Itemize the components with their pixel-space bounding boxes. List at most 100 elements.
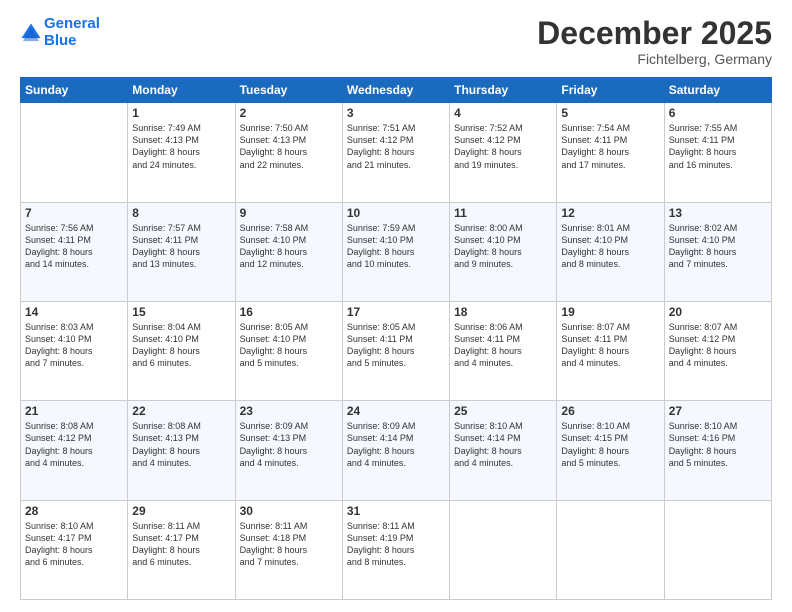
col-thursday: Thursday (450, 78, 557, 103)
day-number: 27 (669, 404, 767, 418)
day-number: 11 (454, 206, 552, 220)
calendar-cell: 22 Sunrise: 8:08 AMSunset: 4:13 PMDayligh… (128, 401, 235, 500)
cell-info: Sunrise: 7:50 AMSunset: 4:13 PMDaylight:… (240, 122, 338, 171)
day-number: 28 (25, 504, 123, 518)
cell-info: Sunrise: 8:07 AMSunset: 4:12 PMDaylight:… (669, 321, 767, 370)
cell-info: Sunrise: 8:05 AMSunset: 4:11 PMDaylight:… (347, 321, 445, 370)
calendar-cell: 28 Sunrise: 8:10 AMSunset: 4:17 PMDayligh… (21, 500, 128, 599)
day-number: 4 (454, 106, 552, 120)
day-number: 19 (561, 305, 659, 319)
cell-info: Sunrise: 8:08 AMSunset: 4:13 PMDaylight:… (132, 420, 230, 469)
day-number: 30 (240, 504, 338, 518)
calendar-cell: 4 Sunrise: 7:52 AMSunset: 4:12 PMDaylight… (450, 103, 557, 202)
calendar-cell: 18 Sunrise: 8:06 AMSunset: 4:11 PMDayligh… (450, 301, 557, 400)
calendar-cell: 23 Sunrise: 8:09 AMSunset: 4:13 PMDayligh… (235, 401, 342, 500)
cell-info: Sunrise: 8:11 AMSunset: 4:19 PMDaylight:… (347, 520, 445, 569)
logo-text: General Blue (44, 16, 100, 49)
cell-info: Sunrise: 8:10 AMSunset: 4:17 PMDaylight:… (25, 520, 123, 569)
calendar-cell: 27 Sunrise: 8:10 AMSunset: 4:16 PMDayligh… (664, 401, 771, 500)
day-number: 9 (240, 206, 338, 220)
calendar-cell: 3 Sunrise: 7:51 AMSunset: 4:12 PMDaylight… (342, 103, 449, 202)
cell-info: Sunrise: 7:56 AMSunset: 4:11 PMDaylight:… (25, 222, 123, 271)
cell-info: Sunrise: 7:55 AMSunset: 4:11 PMDaylight:… (669, 122, 767, 171)
cell-info: Sunrise: 7:49 AMSunset: 4:13 PMDaylight:… (132, 122, 230, 171)
cell-info: Sunrise: 8:11 AMSunset: 4:17 PMDaylight:… (132, 520, 230, 569)
subtitle: Fichtelberg, Germany (537, 51, 772, 67)
calendar-cell: 2Sunrise: 7:50 AMSunset: 4:13 PMDaylight… (235, 103, 342, 202)
day-number: 25 (454, 404, 552, 418)
calendar-cell: 21 Sunrise: 8:08 AMSunset: 4:12 PMDayligh… (21, 401, 128, 500)
day-number: 26 (561, 404, 659, 418)
cell-info: Sunrise: 7:57 AMSunset: 4:11 PMDaylight:… (132, 222, 230, 271)
calendar-cell: 30Sunrise: 8:11 AMSunset: 4:18 PMDayligh… (235, 500, 342, 599)
cell-info: Sunrise: 7:51 AMSunset: 4:12 PMDaylight:… (347, 122, 445, 171)
day-number: 17 (347, 305, 445, 319)
calendar-cell (21, 103, 128, 202)
cell-info: Sunrise: 8:07 AMSunset: 4:11 PMDaylight:… (561, 321, 659, 370)
calendar-table: Sunday Monday Tuesday Wednesday Thursday… (20, 77, 772, 600)
calendar-cell: 5Sunrise: 7:54 AMSunset: 4:11 PMDaylight… (557, 103, 664, 202)
calendar-cell (450, 500, 557, 599)
cell-info: Sunrise: 8:02 AMSunset: 4:10 PMDaylight:… (669, 222, 767, 271)
title-block: December 2025 Fichtelberg, Germany (537, 16, 772, 67)
day-number: 13 (669, 206, 767, 220)
cell-info: Sunrise: 7:52 AMSunset: 4:12 PMDaylight:… (454, 122, 552, 171)
cell-info: Sunrise: 8:09 AMSunset: 4:14 PMDaylight:… (347, 420, 445, 469)
calendar-cell: 31 Sunrise: 8:11 AMSunset: 4:19 PMDayligh… (342, 500, 449, 599)
page: General Blue December 2025 Fichtelberg, … (0, 0, 792, 612)
logo: General Blue (20, 16, 100, 49)
day-number: 10 (347, 206, 445, 220)
calendar-cell: 20Sunrise: 8:07 AMSunset: 4:12 PMDayligh… (664, 301, 771, 400)
calendar-cell (664, 500, 771, 599)
calendar-cell: 6 Sunrise: 7:55 AMSunset: 4:11 PMDaylight… (664, 103, 771, 202)
cell-info: Sunrise: 7:58 AMSunset: 4:10 PMDaylight:… (240, 222, 338, 271)
calendar-cell: 17 Sunrise: 8:05 AMSunset: 4:11 PMDayligh… (342, 301, 449, 400)
calendar-cell: 7 Sunrise: 7:56 AMSunset: 4:11 PMDaylight… (21, 202, 128, 301)
cell-info: Sunrise: 8:04 AMSunset: 4:10 PMDaylight:… (132, 321, 230, 370)
day-number: 12 (561, 206, 659, 220)
cell-info: Sunrise: 8:06 AMSunset: 4:11 PMDaylight:… (454, 321, 552, 370)
calendar-cell: 11 Sunrise: 8:00 AMSunset: 4:10 PMDayligh… (450, 202, 557, 301)
day-number: 8 (132, 206, 230, 220)
calendar-cell: 24 Sunrise: 8:09 AMSunset: 4:14 PMDayligh… (342, 401, 449, 500)
col-friday: Friday (557, 78, 664, 103)
main-title: December 2025 (537, 16, 772, 51)
day-number: 18 (454, 305, 552, 319)
day-number: 16 (240, 305, 338, 319)
cell-info: Sunrise: 8:10 AMSunset: 4:16 PMDaylight:… (669, 420, 767, 469)
day-number: 23 (240, 404, 338, 418)
calendar-cell: 29Sunrise: 8:11 AMSunset: 4:17 PMDayligh… (128, 500, 235, 599)
day-number: 5 (561, 106, 659, 120)
cell-info: Sunrise: 8:08 AMSunset: 4:12 PMDaylight:… (25, 420, 123, 469)
cell-info: Sunrise: 8:00 AMSunset: 4:10 PMDaylight:… (454, 222, 552, 271)
day-number: 24 (347, 404, 445, 418)
calendar-cell: 8 Sunrise: 7:57 AMSunset: 4:11 PMDaylight… (128, 202, 235, 301)
day-number: 1 (132, 106, 230, 120)
calendar-cell: 19 Sunrise: 8:07 AMSunset: 4:11 PMDayligh… (557, 301, 664, 400)
calendar-cell: 12Sunrise: 8:01 AMSunset: 4:10 PMDayligh… (557, 202, 664, 301)
logo-general: General (44, 15, 100, 32)
logo-blue: Blue (44, 32, 77, 49)
day-number: 21 (25, 404, 123, 418)
calendar-cell: 1 Sunrise: 7:49 AMSunset: 4:13 PMDaylight… (128, 103, 235, 202)
calendar-cell: 9 Sunrise: 7:58 AMSunset: 4:10 PMDaylight… (235, 202, 342, 301)
day-number: 15 (132, 305, 230, 319)
calendar-cell: 13 Sunrise: 8:02 AMSunset: 4:10 PMDayligh… (664, 202, 771, 301)
header: General Blue December 2025 Fichtelberg, … (20, 16, 772, 67)
calendar-cell: 25 Sunrise: 8:10 AMSunset: 4:14 PMDayligh… (450, 401, 557, 500)
calendar-header-row: Sunday Monday Tuesday Wednesday Thursday… (21, 78, 772, 103)
day-number: 7 (25, 206, 123, 220)
calendar-cell: 26Sunrise: 8:10 AMSunset: 4:15 PMDayligh… (557, 401, 664, 500)
day-number: 31 (347, 504, 445, 518)
cell-info: Sunrise: 8:10 AMSunset: 4:14 PMDaylight:… (454, 420, 552, 469)
day-number: 3 (347, 106, 445, 120)
cell-info: Sunrise: 8:09 AMSunset: 4:13 PMDaylight:… (240, 420, 338, 469)
day-number: 14 (25, 305, 123, 319)
day-number: 22 (132, 404, 230, 418)
col-wednesday: Wednesday (342, 78, 449, 103)
calendar-cell: 15 Sunrise: 8:04 AMSunset: 4:10 PMDayligh… (128, 301, 235, 400)
calendar-cell: 14Sunrise: 8:03 AMSunset: 4:10 PMDayligh… (21, 301, 128, 400)
day-number: 6 (669, 106, 767, 120)
col-sunday: Sunday (21, 78, 128, 103)
cell-info: Sunrise: 8:05 AMSunset: 4:10 PMDaylight:… (240, 321, 338, 370)
